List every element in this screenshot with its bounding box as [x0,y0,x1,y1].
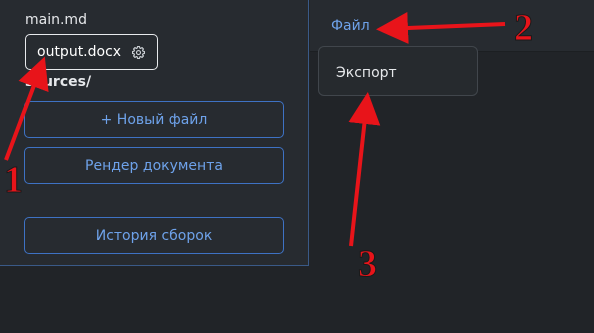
new-file-button[interactable]: + Новый файл [24,101,284,138]
annotation-arrow-3 [348,92,381,247]
folder-sources[interactable]: sources/ [25,74,91,90]
file-item-main-md[interactable]: main.md [25,12,87,28]
build-history-button[interactable]: История сборок [24,217,284,254]
file-item-label: output.docx [37,44,122,60]
menu-bar: Файл [310,0,594,52]
render-document-button[interactable]: Рендер документа [24,147,284,184]
gear-icon[interactable] [131,45,146,60]
sidebar-panel: main.md output.docx sources/ + Новый фай… [0,0,309,266]
file-item-output-docx[interactable]: output.docx [25,34,158,70]
file-dropdown-menu: Экспорт [318,46,478,96]
menu-item-export[interactable]: Экспорт [336,65,397,81]
annotation-label-3: 3 [358,243,377,285]
menu-file[interactable]: Файл [331,18,370,34]
